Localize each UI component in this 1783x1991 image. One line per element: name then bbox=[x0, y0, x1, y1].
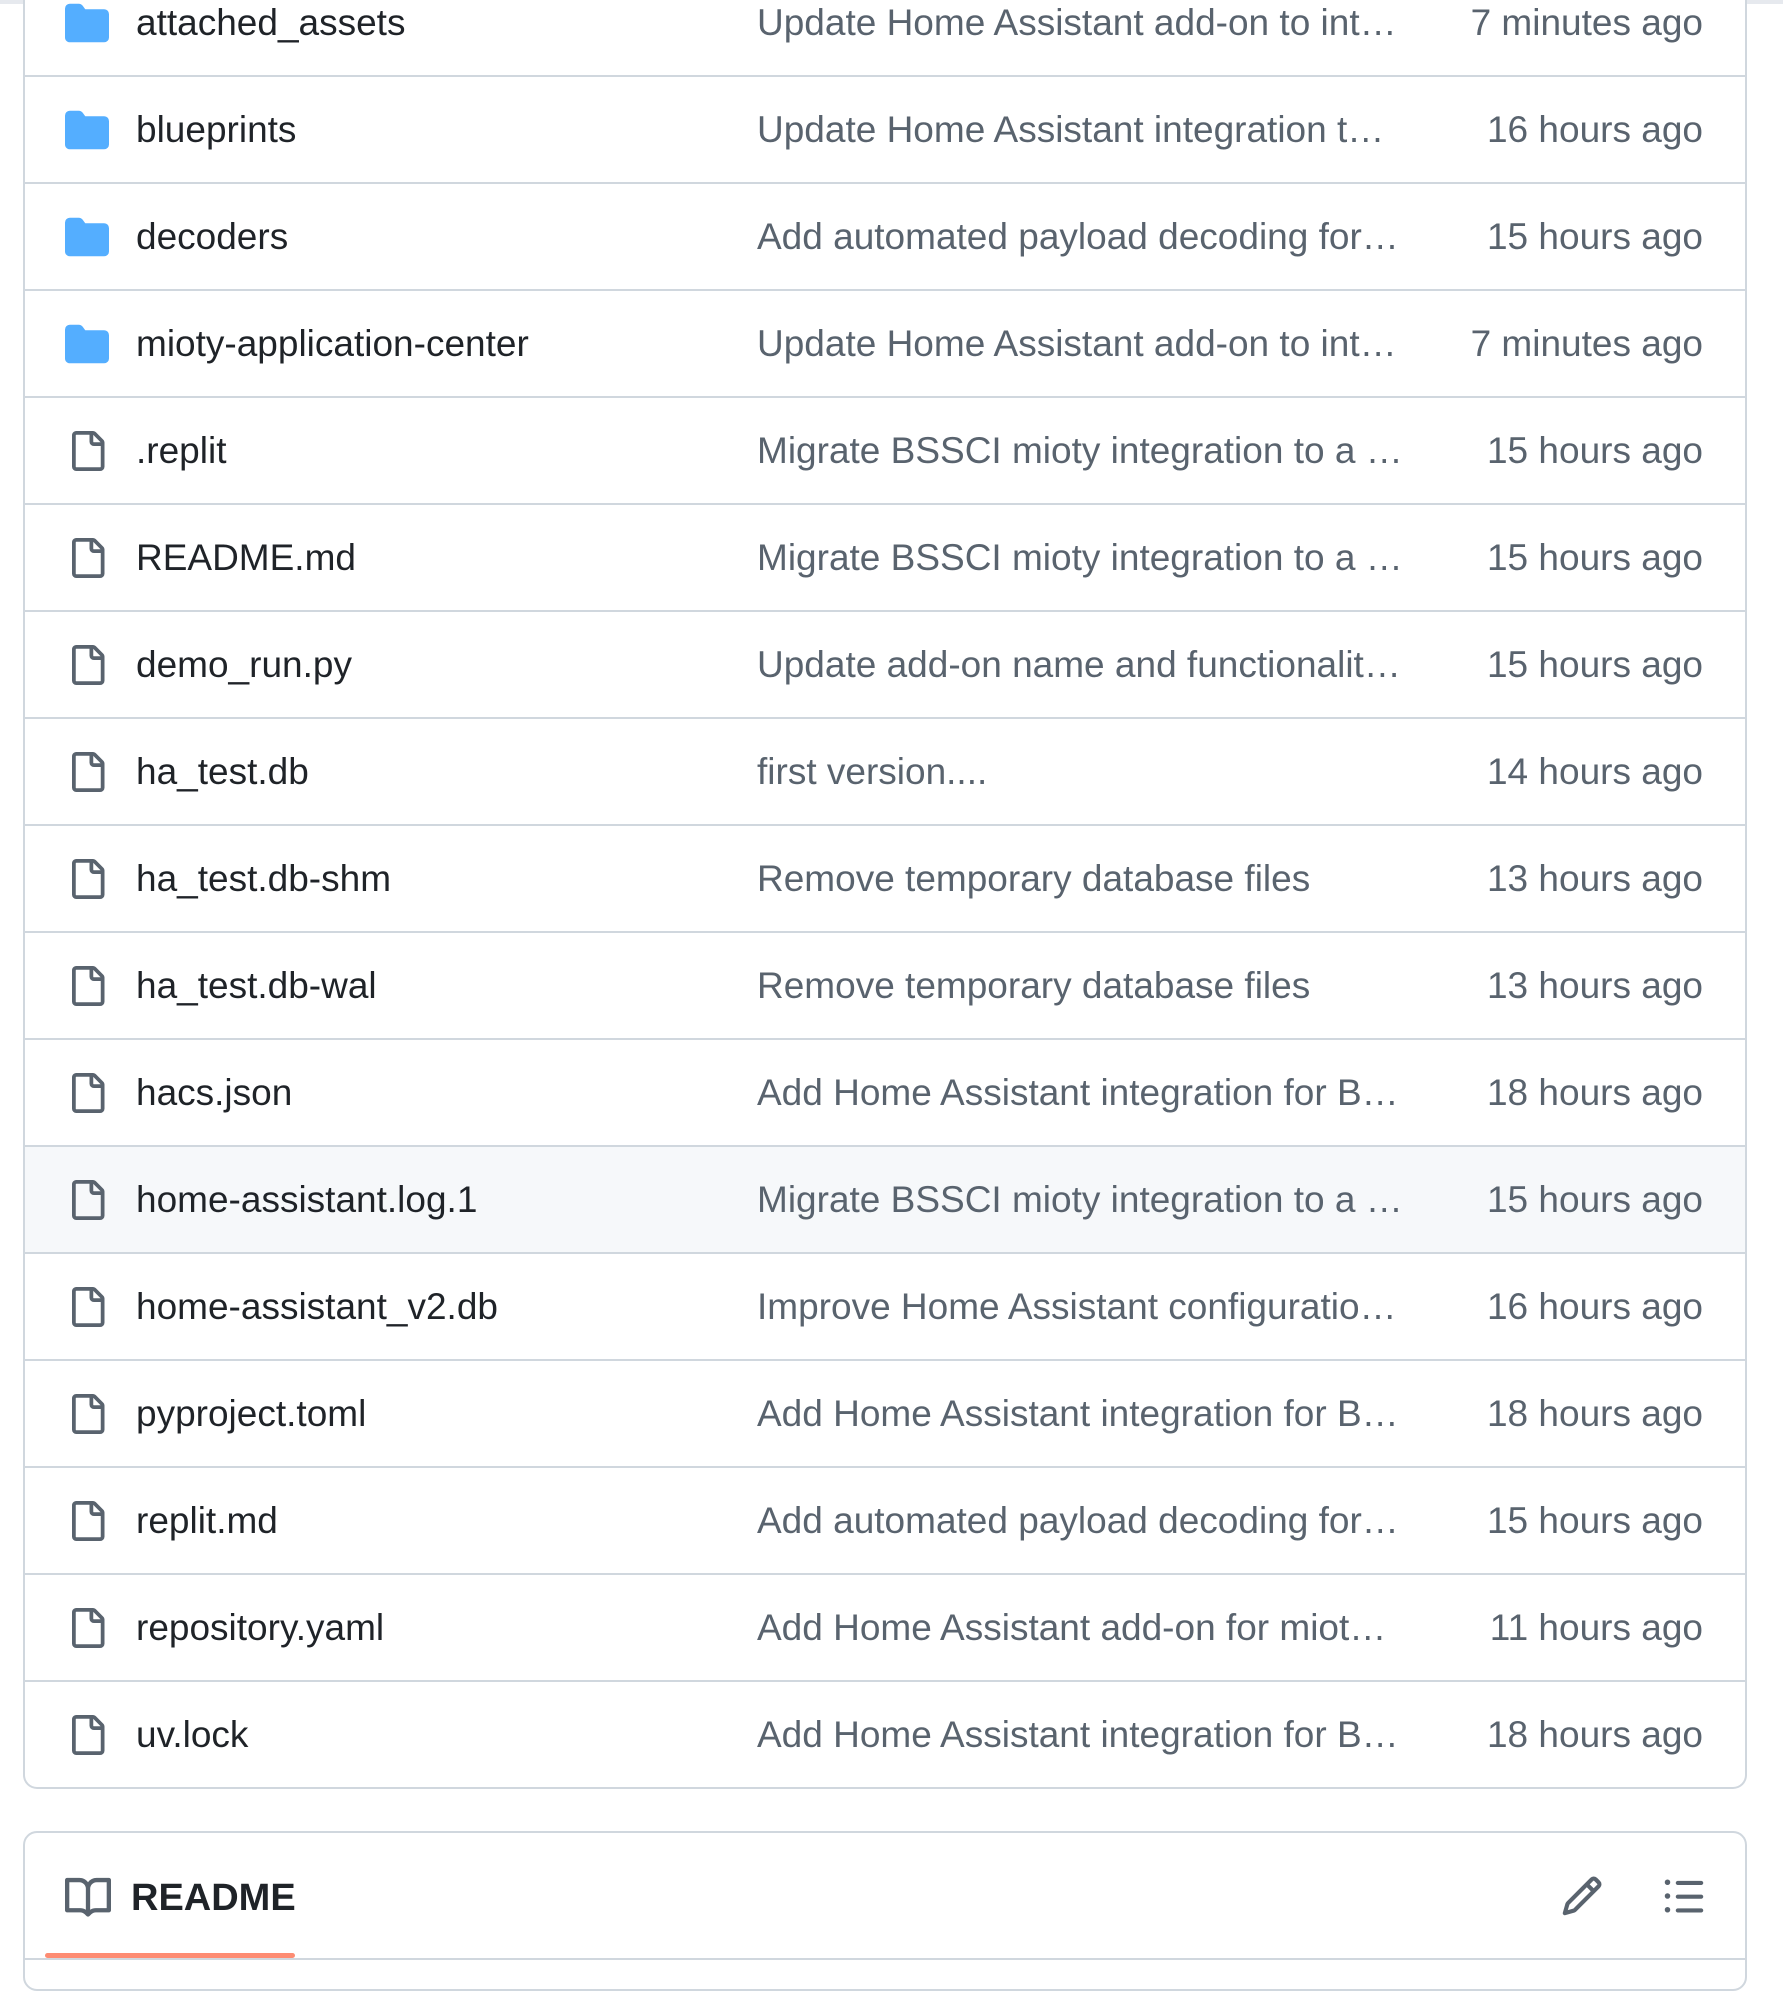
file-icon bbox=[65, 1285, 109, 1329]
folder-icon bbox=[65, 108, 109, 152]
commit-message-link[interactable]: Add Home Assistant add-on for miot… bbox=[757, 1607, 1417, 1649]
commit-message-link[interactable]: Add Home Assistant integration for B… bbox=[757, 1714, 1417, 1756]
commit-message-link[interactable]: first version.... bbox=[757, 751, 1417, 793]
file-icon bbox=[65, 643, 109, 687]
file-icon bbox=[65, 429, 109, 473]
folder-name-link[interactable]: blueprints bbox=[136, 109, 296, 151]
commit-message-link[interactable]: Migrate BSSCI mioty integration to a … bbox=[757, 1179, 1417, 1221]
readme-divider bbox=[25, 1958, 1745, 1960]
file-icon bbox=[65, 964, 109, 1008]
file-row[interactable]: ha_test.db first version.... 14 hours ago bbox=[25, 717, 1745, 824]
commit-time: 7 minutes ago bbox=[1470, 322, 1703, 364]
commit-message-link[interactable]: Update Home Assistant add-on to int… bbox=[757, 2, 1417, 44]
file-row[interactable]: attached_assets Update Home Assistant add… bbox=[25, 0, 1745, 75]
commit-message-link[interactable]: Add Home Assistant integration for B… bbox=[757, 1393, 1417, 1435]
file-row[interactable]: home-assistant.log.1 Migrate BSSCI mioty … bbox=[25, 1145, 1745, 1252]
commit-message-link[interactable]: Migrate BSSCI mioty integration to a … bbox=[757, 537, 1417, 579]
commit-message-link[interactable]: Add automated payload decoding for… bbox=[757, 1500, 1417, 1542]
commit-time: 15 hours ago bbox=[1486, 643, 1703, 685]
file-name-link[interactable]: repository.yaml bbox=[136, 1607, 384, 1649]
commit-message-link[interactable]: Remove temporary database files bbox=[757, 858, 1417, 900]
commit-time: 16 hours ago bbox=[1486, 108, 1703, 150]
file-icon bbox=[65, 1392, 109, 1436]
commit-time: 14 hours ago bbox=[1486, 750, 1703, 792]
book-icon bbox=[65, 1875, 112, 1921]
folder-icon bbox=[65, 322, 109, 366]
outline-button[interactable] bbox=[1659, 1871, 1709, 1921]
file-name-link[interactable]: README.md bbox=[136, 537, 356, 579]
file-row[interactable]: demo_run.py Update add-on name and functi… bbox=[25, 610, 1745, 717]
commit-time: 15 hours ago bbox=[1486, 215, 1703, 257]
readme-panel: README bbox=[23, 1831, 1747, 1991]
folder-icon bbox=[65, 215, 109, 259]
commit-time: 7 minutes ago bbox=[1470, 1, 1703, 43]
commit-message-link[interactable]: Update Home Assistant integration t… bbox=[757, 109, 1417, 151]
file-icon bbox=[65, 1178, 109, 1222]
commit-message-link[interactable]: Add Home Assistant integration for B… bbox=[757, 1072, 1417, 1114]
file-name-link[interactable]: hacs.json bbox=[136, 1072, 292, 1114]
file-row[interactable]: replit.md Add automated payload decoding … bbox=[25, 1466, 1745, 1573]
file-name-link[interactable]: ha_test.db-shm bbox=[136, 858, 391, 900]
pencil-icon bbox=[1562, 1876, 1602, 1916]
file-row[interactable]: blueprints Update Home Assistant integrat… bbox=[25, 75, 1745, 182]
commit-message-link[interactable]: Improve Home Assistant configuratio… bbox=[757, 1286, 1417, 1328]
commit-message-link[interactable]: Add automated payload decoding for… bbox=[757, 216, 1417, 258]
commit-time: 15 hours ago bbox=[1486, 536, 1703, 578]
folder-icon bbox=[65, 1, 109, 45]
file-row[interactable]: uv.lock Add Home Assistant integration fo… bbox=[25, 1680, 1745, 1787]
file-name-link[interactable]: uv.lock bbox=[136, 1714, 248, 1756]
file-row[interactable]: README.md Migrate BSSCI mioty integration… bbox=[25, 503, 1745, 610]
file-row[interactable]: home-assistant_v2.db Improve Home Assista… bbox=[25, 1252, 1745, 1359]
file-icon bbox=[65, 750, 109, 794]
file-name-link[interactable]: home-assistant.log.1 bbox=[136, 1179, 477, 1221]
file-icon bbox=[65, 1606, 109, 1650]
commit-message-link[interactable]: Migrate BSSCI mioty integration to a … bbox=[757, 430, 1417, 472]
commit-time: 16 hours ago bbox=[1486, 1285, 1703, 1327]
file-row[interactable]: hacs.json Add Home Assistant integration … bbox=[25, 1038, 1745, 1145]
commit-message-link[interactable]: Update add-on name and functionalit… bbox=[757, 644, 1417, 686]
commit-time: 11 hours ago bbox=[1489, 1606, 1703, 1648]
file-row[interactable]: pyproject.toml Add Home Assistant integra… bbox=[25, 1359, 1745, 1466]
commit-time: 15 hours ago bbox=[1486, 1499, 1703, 1541]
commit-time: 18 hours ago bbox=[1486, 1392, 1703, 1434]
commit-time: 15 hours ago bbox=[1486, 1178, 1703, 1220]
file-row[interactable]: ha_test.db-wal Remove temporary database … bbox=[25, 931, 1745, 1038]
file-icon bbox=[65, 1071, 109, 1115]
list-icon bbox=[1664, 1879, 1704, 1913]
folder-name-link[interactable]: decoders bbox=[136, 216, 288, 258]
file-name-link[interactable]: ha_test.db bbox=[136, 751, 309, 793]
commit-time: 18 hours ago bbox=[1486, 1071, 1703, 1113]
commit-time: 13 hours ago bbox=[1486, 964, 1703, 1006]
folder-name-link[interactable]: attached_assets bbox=[136, 2, 405, 44]
file-row[interactable]: .replit Migrate BSSCI mioty integration t… bbox=[25, 396, 1745, 503]
commit-time: 13 hours ago bbox=[1486, 857, 1703, 899]
file-list: attached_assets Update Home Assistant add… bbox=[23, 0, 1747, 1789]
file-icon bbox=[65, 536, 109, 580]
file-name-link[interactable]: .replit bbox=[136, 430, 226, 472]
commit-message-link[interactable]: Update Home Assistant add-on to int… bbox=[757, 323, 1417, 365]
readme-tab-title[interactable]: README bbox=[131, 1877, 296, 1920]
file-icon bbox=[65, 1713, 109, 1757]
file-name-link[interactable]: home-assistant_v2.db bbox=[136, 1286, 498, 1328]
file-name-link[interactable]: pyproject.toml bbox=[136, 1393, 366, 1435]
file-icon bbox=[65, 857, 109, 901]
commit-message-link[interactable]: Remove temporary database files bbox=[757, 965, 1417, 1007]
file-row[interactable]: mioty-application-center Update Home Assi… bbox=[25, 289, 1745, 396]
folder-name-link[interactable]: mioty-application-center bbox=[136, 323, 529, 365]
commit-time: 18 hours ago bbox=[1486, 1713, 1703, 1755]
file-row[interactable]: decoders Add automated payload decoding f… bbox=[25, 182, 1745, 289]
file-row[interactable]: repository.yaml Add Home Assistant add-on… bbox=[25, 1573, 1745, 1680]
file-name-link[interactable]: demo_run.py bbox=[136, 644, 352, 686]
edit-readme-button[interactable] bbox=[1557, 1871, 1607, 1921]
commit-time: 15 hours ago bbox=[1486, 429, 1703, 471]
file-icon bbox=[65, 1499, 109, 1543]
file-name-link[interactable]: replit.md bbox=[136, 1500, 278, 1542]
file-row[interactable]: ha_test.db-shm Remove temporary database … bbox=[25, 824, 1745, 931]
file-name-link[interactable]: ha_test.db-wal bbox=[136, 965, 377, 1007]
